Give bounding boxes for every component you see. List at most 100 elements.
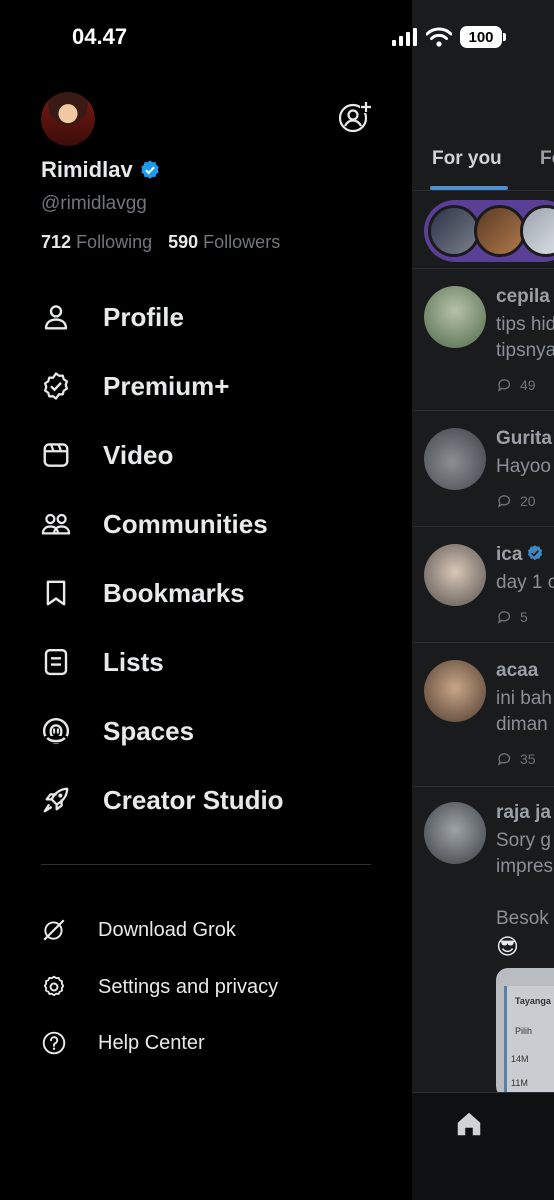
post-text: tips hid [496,314,554,335]
battery-indicator: 100 [460,26,506,48]
feed-divider [412,786,554,787]
menu-item-communities[interactable]: Communities [0,496,412,552]
home-feed-background: For you Fo cepila tips hid tipsnya 49 Gu… [412,0,554,1200]
menu-item-label: Communities [103,508,268,539]
reply-count[interactable]: 49 [496,376,536,394]
profile-name-text: Rimidlav [41,157,133,182]
spaces-avatars-strip[interactable] [424,200,554,262]
post-text: Besok [496,908,549,929]
add-account-icon[interactable] [338,100,372,134]
menu-item-premium[interactable]: Premium+ [0,358,412,414]
reply-icon [497,495,511,508]
battery-level: 100 [468,28,494,46]
followers-count: 590 [168,232,199,252]
menu-item-label: Premium+ [103,370,230,401]
post-text: day 1 c [496,572,554,593]
menu-item-label: Bookmarks [103,577,245,608]
reply-count[interactable]: 20 [496,492,536,510]
reply-count-value: 35 [520,751,536,767]
image-text: 14M [511,1054,529,1064]
profile-name[interactable]: Rimidlav [41,157,161,183]
menu-item-help-center[interactable]: Help Center [0,1021,412,1065]
menu-item-lists[interactable]: Lists [0,634,412,690]
menu-item-label: Lists [103,646,164,677]
menu-item-label: Profile [103,301,184,332]
post-author: Gurita [496,428,552,449]
menu-item-label: Download Grok [98,918,236,941]
post-image-content: Tayanga Pilih 14M 11M [504,986,554,1096]
grok-icon [43,919,65,941]
post-avatar [424,660,486,722]
verified-badge-icon [44,372,68,400]
avatar[interactable] [41,92,95,146]
cellular-signal-icon [392,28,417,46]
post-avatar [424,544,486,606]
feed-divider [412,642,554,643]
reply-count[interactable]: 5 [496,608,528,626]
verified-icon [528,545,543,561]
reply-icon [497,611,511,624]
follow-stats: 712 Following 590 Followers [41,232,280,253]
post-author: raja ja [496,802,551,823]
tab-divider [412,190,554,191]
followers-link[interactable]: 590 Followers [168,232,280,253]
status-time: 04.47 [72,24,128,49]
reply-icon [497,753,511,766]
post-author-name: ica [496,544,523,565]
rocket-icon [43,787,69,813]
post-text: Hayoo [496,456,551,477]
menu-item-label: Help Center [98,1031,205,1054]
menu-item-profile[interactable]: Profile [0,289,412,345]
strip-avatar [474,205,526,257]
following-label: Following [76,232,153,252]
post-text: tipsnya [496,340,554,361]
post-image[interactable]: Tayanga Pilih 14M 11M [496,968,554,1098]
post-author: ica [496,544,544,566]
image-text: Pilih [515,1026,533,1036]
bottom-nav-bar [412,1092,554,1200]
people-icon [41,513,71,535]
image-text: Tayanga [515,996,551,1006]
feed-divider [412,410,554,411]
following-count: 712 [41,232,72,252]
reply-count-value: 5 [520,609,528,625]
post-avatar [424,286,486,348]
menu-item-creator-studio[interactable]: Creator Studio [0,772,412,828]
home-icon[interactable] [454,1109,484,1139]
menu-item-spaces[interactable]: Spaces [0,703,412,759]
post-text: diman [496,714,548,735]
post-author: acaa [496,660,539,681]
microphone-icon [42,717,70,745]
menu-item-label: Creator Studio [103,784,284,815]
wifi-icon [426,27,452,47]
strip-avatar [520,205,554,257]
reply-count[interactable]: 35 [496,750,536,768]
side-drawer: 04.47 100 Rimidlav @rimidlavgg 712 Follo… [0,0,506,1200]
menu-divider [41,864,371,865]
feed-divider [412,268,554,269]
menu-item-label: Video [103,439,174,470]
post-text: ini bah [496,688,552,709]
following-link[interactable]: 712 Following [41,232,152,253]
bookmark-icon [46,580,66,606]
image-text: 11M [511,1078,528,1088]
status-icons: 100 [392,26,506,48]
menu-item-video[interactable]: Video [0,427,412,483]
menu-item-label: Spaces [103,715,195,746]
person-icon [44,305,68,330]
tab-following[interactable]: Fo [540,148,554,170]
reply-icon [497,379,511,392]
strip-avatar [428,205,480,257]
post-text: Sory g [496,830,551,851]
help-icon [42,1031,66,1055]
gear-icon [43,975,65,997]
menu-item-settings[interactable]: Settings and privacy [0,965,412,1009]
reply-count-value: 49 [520,377,536,393]
menu-item-bookmarks[interactable]: Bookmarks [0,565,412,621]
followers-label: Followers [203,232,281,252]
menu-item-download-grok[interactable]: Download Grok [0,908,412,952]
menu-item-label: Settings and privacy [98,975,279,998]
verified-icon [140,160,159,179]
tab-for-you[interactable]: For you [432,148,502,170]
post-avatar [424,802,486,864]
